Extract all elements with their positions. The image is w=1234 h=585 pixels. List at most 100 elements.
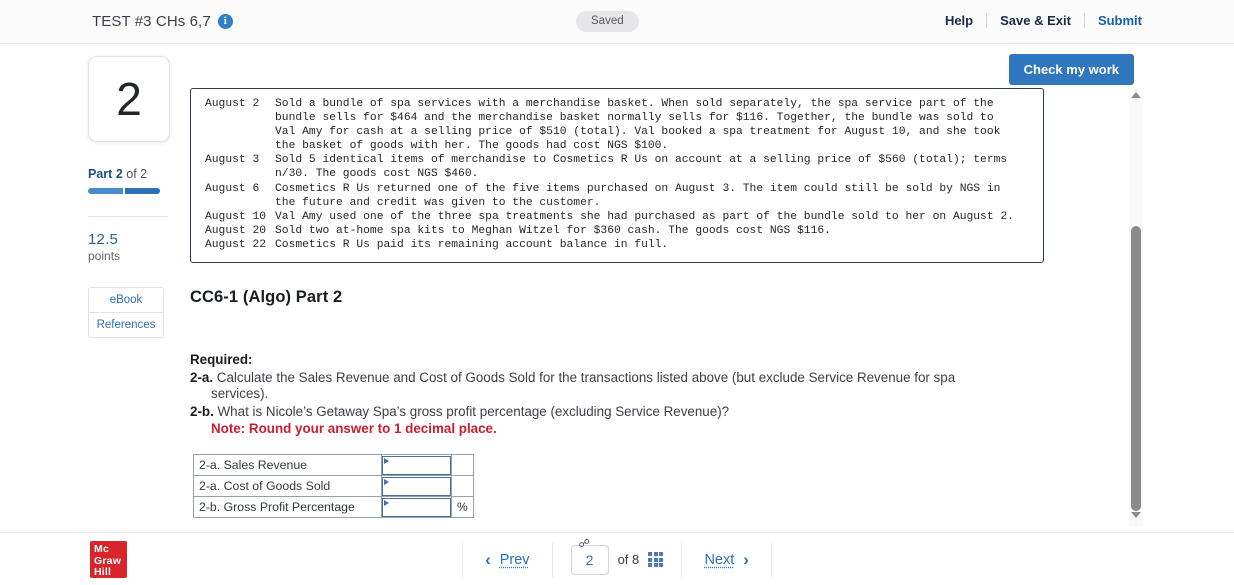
transaction-text: Sold 5 identical items of merchandise to… <box>275 154 1008 167</box>
save-status-badge: Saved <box>576 11 639 32</box>
scroll-up-arrow-icon[interactable] <box>1131 92 1141 102</box>
save-and-exit-link[interactable]: Save & Exit <box>987 13 1084 28</box>
transaction-text: the basket of goods with her. The goods … <box>275 140 669 153</box>
transaction-date: August 20 <box>205 224 267 237</box>
answer-input[interactable] <box>382 497 451 517</box>
transaction-date: August 10 <box>205 210 267 223</box>
requirement-2a-continued: services). <box>211 386 269 402</box>
page-indicator-group: ☍ 2 of 8 <box>553 538 682 575</box>
references-button[interactable]: References <box>89 312 163 337</box>
pagination-bar: ‹ Prev ☍ 2 of 8 Next › <box>462 538 772 580</box>
mcgraw-hill-logo: Mc Graw Hill <box>90 541 127 578</box>
required-heading: Required: <box>190 352 253 367</box>
transactions-table: August 2 Sold a bundle of spa services wi… <box>205 97 1014 252</box>
part-progress-bar <box>88 188 160 194</box>
requirements-block: Required: 2-a. Calculate the Sales Reven… <box>190 352 1020 438</box>
requirement-2b: 2-b. What is Nicole’s Getaway Spa’s gros… <box>190 404 1020 421</box>
question-sidebar: 2 Part 2 of 2 12.5 points eBook Referenc… <box>88 56 184 338</box>
rounding-note: Note: Round your answer to 1 decimal pla… <box>211 421 497 437</box>
bottom-bar: Mc Graw Hill ‹ Prev ☍ 2 of 8 Next › <box>0 532 1234 585</box>
points-value: 12.5 <box>88 231 118 248</box>
answer-row-label: 2-a. Sales Revenue <box>193 454 382 476</box>
pager-divider <box>770 542 772 577</box>
transaction-text: Sold two at-home spa kits to Meghan Witz… <box>275 224 831 237</box>
transaction-date-blank <box>205 125 275 139</box>
top-bar: TEST #3 CHs 6,7 i Saved Help Save & Exit… <box>0 0 1234 44</box>
answer-row: 2-a. Sales Revenue <box>193 454 474 476</box>
transactions-box: August 2 Sold a bundle of spa services wi… <box>190 88 1044 264</box>
requirement-2b-number: 2-b. <box>190 403 214 419</box>
progress-segment-1 <box>88 188 123 194</box>
answer-input[interactable] <box>382 476 451 496</box>
content-scrollbar[interactable] <box>1129 88 1143 526</box>
transaction-row: n/30. The goods cost NGS $460. <box>205 167 1014 181</box>
prev-button[interactable]: ‹ Prev <box>463 551 552 568</box>
part-total: of 2 <box>126 167 148 181</box>
transaction-row: August 2 Sold a bundle of spa services wi… <box>205 97 1014 111</box>
transaction-row: August 6 Cosmetics R Us returned one of t… <box>205 182 1014 196</box>
part-prefix: Part <box>88 167 113 181</box>
page-title: CC6-1 (Algo) Part 2 <box>190 288 343 306</box>
transaction-text: bundle sells for $464 and the merchandis… <box>275 112 994 125</box>
next-label: Next <box>704 551 735 568</box>
transaction-date: August 22 <box>205 238 267 251</box>
link-icon[interactable]: ☍ <box>579 538 590 550</box>
requirement-2b-text: What is Nicole’s Getaway Spa’s gross pro… <box>213 403 730 419</box>
resource-buttons: eBook References <box>88 287 164 338</box>
next-button[interactable]: Next › <box>682 551 771 568</box>
answer-table: 2-a. Sales Revenue 2-a. Cost of Goods Sol… <box>193 454 474 518</box>
points-unit-label: points <box>88 249 121 263</box>
answer-row-label: 2-b. Gross Profit Percentage <box>193 496 382 518</box>
answer-input-cell[interactable] <box>381 496 452 518</box>
requirement-2a-text: Calculate the Sales Revenue and Cost of … <box>213 369 956 385</box>
part-current: 2 <box>115 167 123 181</box>
assignment-page: TEST #3 CHs 6,7 i Saved Help Save & Exit… <box>0 0 1234 585</box>
answer-input-cell[interactable] <box>381 454 452 476</box>
assignment-title-group: TEST #3 CHs 6,7 i <box>92 13 233 30</box>
top-bar-actions: Help Save & Exit Submit <box>932 13 1142 28</box>
transaction-row: August 22 Cosmetics R Us paid its remaini… <box>205 238 1014 252</box>
help-link[interactable]: Help <box>932 13 986 28</box>
transaction-row: bundle sells for $464 and the merchandis… <box>205 111 1014 125</box>
transaction-date: August 3 <box>205 154 260 167</box>
transaction-row: August 10 Val Amy used one of the three s… <box>205 210 1014 224</box>
page-total-label: of 8 <box>617 552 640 567</box>
transaction-text: Sold a bundle of spa services with a mer… <box>275 98 994 110</box>
scroll-down-arrow-icon[interactable] <box>1131 512 1141 522</box>
transaction-row: the basket of goods with her. The goods … <box>205 139 1014 153</box>
transaction-date-blank <box>205 139 275 153</box>
transaction-date: August 2 <box>205 98 260 110</box>
question-number-card[interactable]: 2 <box>88 56 170 142</box>
requirement-2a-number: 2-a. <box>190 369 214 385</box>
transaction-date-blank <box>205 196 275 210</box>
answer-row: 2-b. Gross Profit Percentage% <box>193 496 474 518</box>
transaction-date: August 6 <box>205 182 260 195</box>
ebook-button[interactable]: eBook <box>89 288 163 312</box>
answer-unit-suffix <box>451 454 474 476</box>
answer-unit-suffix <box>451 475 474 497</box>
transaction-row: August 20 Sold two at-home spa kits to Me… <box>205 224 1014 238</box>
logo-line-3: Hill <box>94 566 112 578</box>
answer-row-label: 2-a. Cost of Goods Sold <box>193 475 382 497</box>
part-indicator: Part 2 of 2 <box>88 167 184 181</box>
scrollbar-thumb[interactable] <box>1131 226 1141 511</box>
answer-input[interactable] <box>382 455 451 475</box>
answer-unit-suffix: % <box>451 496 474 518</box>
info-icon[interactable]: i <box>217 14 233 29</box>
requirement-2a: 2-a. Calculate the Sales Revenue and Cos… <box>190 370 1020 387</box>
chevron-right-icon: › <box>743 550 749 569</box>
prev-label: Prev <box>499 551 530 568</box>
transaction-text: Val Amy used one of the three spa treatm… <box>275 210 1014 223</box>
transaction-row: Val Amy for cash at a selling price of $… <box>205 125 1014 139</box>
transaction-date-blank <box>205 111 275 125</box>
transaction-text: Cosmetics R Us paid its remaining accoun… <box>275 238 669 251</box>
grid-icon[interactable] <box>648 551 664 568</box>
transaction-row: the future and credit was given to the c… <box>205 196 1014 210</box>
submit-link[interactable]: Submit <box>1085 13 1142 28</box>
answer-input-cell[interactable] <box>381 475 452 497</box>
transaction-text: n/30. The goods cost NGS $460. <box>275 168 479 181</box>
transaction-row: August 3 Sold 5 identical items of mercha… <box>205 153 1014 167</box>
question-content: August 2 Sold a bundle of spa services wi… <box>190 56 1128 526</box>
transaction-text: Val Amy for cash at a selling price of $… <box>275 126 1001 139</box>
logo-line-1: Mc <box>94 543 109 555</box>
